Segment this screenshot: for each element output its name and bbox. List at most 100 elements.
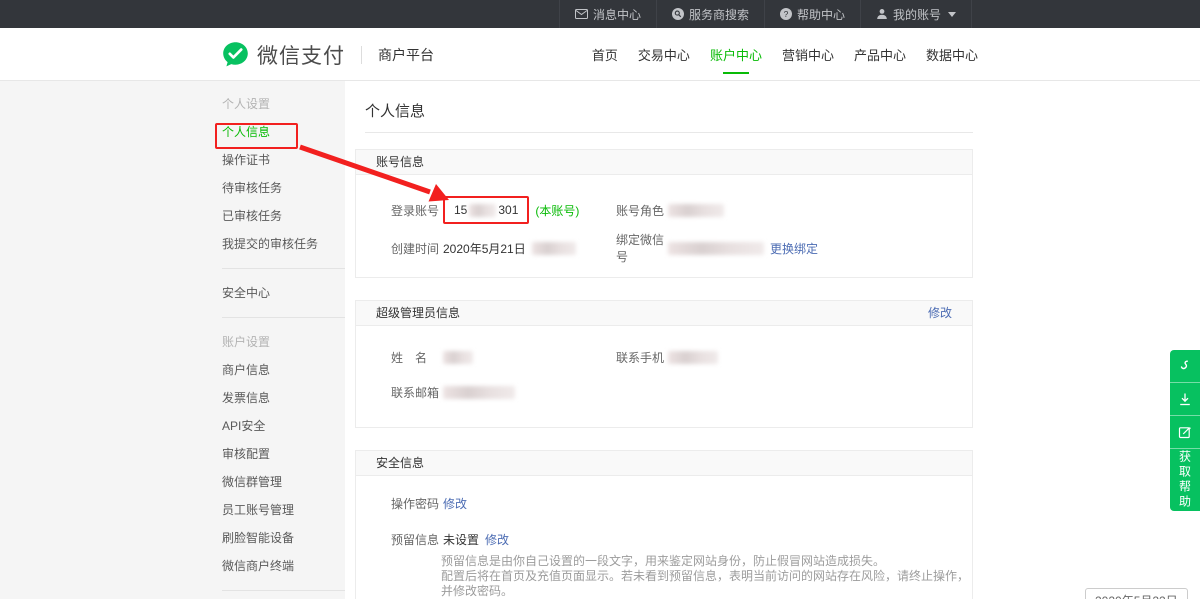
topbar-item-label: 消息中心 xyxy=(593,6,641,23)
topbar-menu: 消息中心 服务商搜索 ? 帮助中心 我的账号 xyxy=(559,0,972,28)
nav-product-center[interactable]: 产品中心 xyxy=(854,28,906,81)
wechat-pay-logo-icon xyxy=(222,41,249,68)
chevron-down-icon xyxy=(948,12,956,17)
brand-separator xyxy=(361,46,362,64)
tip-line: 配置后将在首页及充值页面显示。若未看到预留信息，表明当前访问的网站存在风险，请终… xyxy=(441,569,972,599)
super-admin-card: 超级管理员信息 修改 姓 名 联系手机 联系邮箱 xyxy=(355,300,973,428)
operation-password-row: 操作密码 修改 xyxy=(391,487,467,519)
page-title: 个人信息 xyxy=(365,100,425,121)
login-account-row: 登录账号 15 301 (本账号) xyxy=(391,194,579,226)
sidebar-section-personal-settings: 个人设置 xyxy=(222,90,345,118)
sidebar-item-review-config[interactable]: 审核配置 xyxy=(222,440,345,468)
sidebar-item-wechat-group-management[interactable]: 微信群管理 xyxy=(222,468,345,496)
nav-data-center[interactable]: 数据中心 xyxy=(926,28,978,81)
title-divider xyxy=(365,132,973,133)
topbar-item-help-center[interactable]: ? 帮助中心 xyxy=(764,0,860,28)
current-account-tag: (本账号) xyxy=(535,202,579,219)
sidebar-item-reviewed-tasks[interactable]: 已审核任务 xyxy=(222,202,345,230)
redacted-value xyxy=(443,386,515,399)
svg-text:?: ? xyxy=(784,9,789,19)
nav-home[interactable]: 首页 xyxy=(592,28,618,81)
admin-email-row: 联系邮箱 xyxy=(391,376,515,408)
sidebar-item-wechat-merchant-terminal[interactable]: 微信商户终端 xyxy=(222,552,345,580)
sidebar-section-account-settings: 账户设置 xyxy=(222,328,345,356)
sidebar-item-security-center[interactable]: 安全中心 xyxy=(222,279,345,307)
sidebar-divider xyxy=(222,268,345,269)
tip-line: 预留信息是由你自己设置的一段文字，用来鉴定网站身份，防止假冒网站造成损失。 xyxy=(441,554,972,569)
search-icon xyxy=(672,8,684,20)
topbar-item-label: 服务商搜索 xyxy=(689,6,749,23)
sidebar-item-pending-review-tasks[interactable]: 待审核任务 xyxy=(222,174,345,202)
nav-transaction-center[interactable]: 交易中心 xyxy=(638,28,690,81)
sidebar-item-operation-certificate[interactable]: 操作证书 xyxy=(222,146,345,174)
admin-phone-row: 联系手机 xyxy=(616,341,718,373)
account-info-card-header: 账号信息 xyxy=(356,150,972,175)
login-account-annotation-box: 15 301 xyxy=(443,196,529,224)
sidebar-item-api-security[interactable]: API安全 xyxy=(222,412,345,440)
security-info-card: 安全信息 操作密码 修改 预留信息 未设置 修改 预留信息是由你自己设置的一段文… xyxy=(355,450,973,599)
nav-account-center[interactable]: 账户中心 xyxy=(710,28,762,81)
created-time-label: 创建时间 xyxy=(391,240,443,257)
get-help-button[interactable]: 获取帮助 xyxy=(1170,449,1200,511)
redacted-value xyxy=(532,242,576,255)
sidebar-item-merchant-info[interactable]: 商户信息 xyxy=(222,356,345,384)
login-account-prefix: 15 xyxy=(454,203,467,217)
reserve-info-row: 预留信息 未设置 修改 xyxy=(391,523,509,555)
admin-name-label: 姓 名 xyxy=(391,349,443,366)
change-binding-link[interactable]: 更换绑定 xyxy=(770,240,818,257)
service-icon xyxy=(1178,359,1192,373)
redacted-value xyxy=(443,351,473,364)
question-icon: ? xyxy=(780,8,792,20)
admin-phone-label: 联系手机 xyxy=(616,349,668,366)
brand[interactable]: 微信支付 商户平台 xyxy=(222,28,434,81)
topbar-item-messages[interactable]: 消息中心 xyxy=(559,0,656,28)
sidebar-item-staff-account-management[interactable]: 员工账号管理 xyxy=(222,496,345,524)
sidebar-item-invoice-info[interactable]: 发票信息 xyxy=(222,384,345,412)
customer-service-button[interactable] xyxy=(1170,350,1200,383)
feedback-button[interactable] xyxy=(1170,416,1200,449)
topbar: 消息中心 服务商搜索 ? 帮助中心 我的账号 xyxy=(0,0,1200,28)
brand-name: 微信支付 xyxy=(257,40,345,70)
sidebar: 个人设置 个人信息 操作证书 待审核任务 已审核任务 我提交的审核任务 安全中心… xyxy=(222,90,345,599)
get-help-label: 获取帮助 xyxy=(1177,450,1194,510)
date-chip: 2020年5月22日 xyxy=(1085,588,1188,599)
brand-portal: 商户平台 xyxy=(378,45,434,65)
admin-name-row: 姓 名 xyxy=(391,341,473,373)
download-button[interactable] xyxy=(1170,383,1200,416)
password-modify-link[interactable]: 修改 xyxy=(443,495,467,512)
bound-wechat-row: 绑定微信号 更换绑定 xyxy=(616,232,818,264)
redacted-value xyxy=(469,204,496,217)
account-role-row: 账号角色 xyxy=(616,194,724,226)
header: 微信支付 商户平台 首页 交易中心 账户中心 营销中心 产品中心 数据中心 xyxy=(0,28,1200,81)
admin-modify-link[interactable]: 修改 xyxy=(928,301,952,326)
user-icon xyxy=(876,8,888,20)
created-time-row: 创建时间 2020年5月21日 xyxy=(391,232,576,264)
topbar-item-label: 我的账号 xyxy=(893,6,941,23)
security-info-card-header: 安全信息 xyxy=(356,451,972,476)
account-role-label: 账号角色 xyxy=(616,202,668,219)
redacted-value xyxy=(668,351,718,364)
topbar-item-my-account[interactable]: 我的账号 xyxy=(860,0,972,28)
sidebar-item-personal-info[interactable]: 个人信息 xyxy=(222,118,345,146)
merchant-platform-page: 消息中心 服务商搜索 ? 帮助中心 我的账号 微信支付 商户平台 xyxy=(0,0,1200,599)
sidebar-divider xyxy=(222,590,345,591)
nav-marketing-center[interactable]: 营销中心 xyxy=(782,28,834,81)
reserve-info-value: 未设置 xyxy=(443,531,479,548)
account-info-card: 账号信息 登录账号 15 301 (本账号) 账号角色 创建时间 xyxy=(355,149,973,278)
login-account-suffix: 301 xyxy=(498,203,518,217)
reserve-modify-link[interactable]: 修改 xyxy=(485,531,509,548)
redacted-value xyxy=(668,204,724,217)
topbar-item-provider-search[interactable]: 服务商搜索 xyxy=(656,0,764,28)
created-time-value: 2020年5月21日 xyxy=(443,240,526,257)
mail-icon xyxy=(575,9,588,19)
reserve-info-tips: 预留信息是由你自己设置的一段文字，用来鉴定网站身份，防止假冒网站造成损失。 配置… xyxy=(441,554,972,599)
login-account-label: 登录账号 xyxy=(391,202,443,219)
super-admin-card-header: 超级管理员信息 修改 xyxy=(356,301,972,326)
bound-wechat-label: 绑定微信号 xyxy=(616,231,668,265)
topbar-item-label: 帮助中心 xyxy=(797,6,845,23)
admin-email-label: 联系邮箱 xyxy=(391,384,443,401)
download-icon xyxy=(1178,392,1192,406)
reserve-info-label: 预留信息 xyxy=(391,531,443,548)
sidebar-item-face-smart-device[interactable]: 刷脸智能设备 xyxy=(222,524,345,552)
sidebar-item-my-submitted-tasks[interactable]: 我提交的审核任务 xyxy=(222,230,345,258)
